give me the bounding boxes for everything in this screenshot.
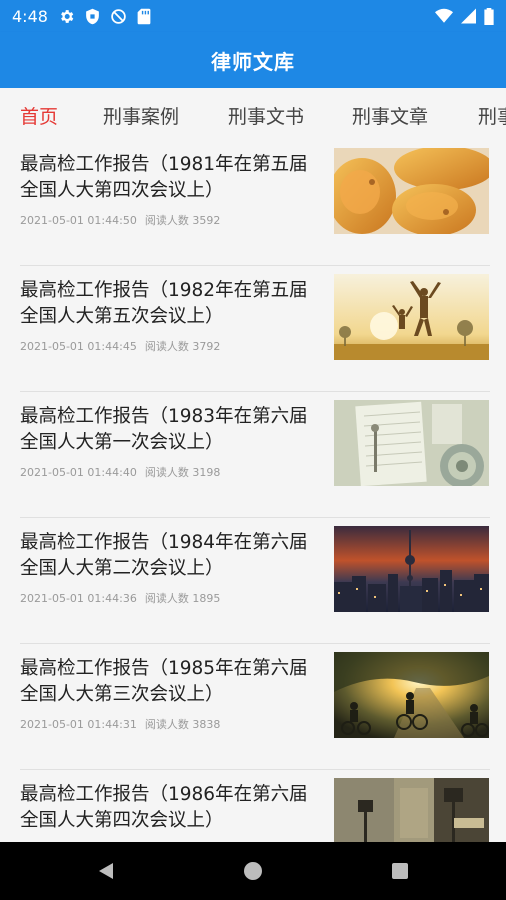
- no-sync-icon: [110, 8, 127, 25]
- tab-criminal-articles[interactable]: 刑事文章: [352, 102, 428, 129]
- article-readers: 阅读人数 3198: [144, 466, 221, 479]
- article-date: 2021-05-01 01:44:45: [20, 340, 137, 353]
- status-bar: 4:48: [0, 0, 506, 32]
- article-readers: 阅读人数 3792: [144, 340, 221, 353]
- cell-signal-icon: [461, 8, 476, 24]
- article-item[interactable]: 最高检工作报告（1981年在第五届全国人大第四次会议上） 2021-05-01 …: [0, 140, 506, 266]
- article-title: 最高检工作报告（1985年在第六届全国人大第三次会议上）: [20, 658, 308, 705]
- article-title: 最高检工作报告（1982年在第五届全国人大第五次会议上）: [20, 280, 308, 327]
- tab-home[interactable]: 首页: [20, 102, 58, 129]
- status-time: 4:48: [12, 6, 48, 26]
- article-title: 最高检工作报告（1981年在第五届全国人大第四次会议上）: [20, 154, 308, 201]
- article-item[interactable]: 最高检工作报告（1985年在第六届全国人大第三次会议上） 2021-05-01 …: [0, 644, 506, 770]
- article-item[interactable]: 最高检工作报告（1982年在第五届全国人大第五次会议上） 2021-05-01 …: [0, 266, 506, 392]
- article-item[interactable]: 最高检工作报告（1983年在第六届全国人大第一次会议上） 2021-05-01 …: [0, 392, 506, 518]
- article-date: 2021-05-01 01:44:40: [20, 466, 137, 479]
- sd-card-icon: [137, 8, 151, 25]
- article-date: 2021-05-01 01:44:36: [20, 592, 137, 605]
- article-meta: 2021-05-01 01:44:31 阅读人数 3838: [20, 716, 220, 732]
- article-readers: 阅读人数 3592: [144, 214, 221, 227]
- app-title: 律师文库: [211, 49, 295, 74]
- tab-criminal-cases[interactable]: 刑事案例: [103, 102, 179, 129]
- gear-icon: [58, 8, 75, 25]
- navigation-bar: [0, 842, 506, 900]
- article-meta: 2021-05-01 01:44:50 阅读人数 3592: [20, 212, 220, 228]
- wifi-icon: [435, 8, 453, 24]
- pastry-thumbnail: [334, 148, 489, 234]
- cyclists-thumbnail: [334, 652, 489, 738]
- city-skyline-thumbnail: [334, 526, 489, 612]
- jumping-people-thumbnail: [334, 274, 489, 360]
- article-list: 最高检工作报告（1981年在第五届全国人大第四次会议上） 2021-05-01 …: [0, 140, 506, 842]
- app-bar: 律师文库: [0, 32, 506, 88]
- article-readers: 阅读人数 3838: [144, 718, 221, 731]
- article-item[interactable]: 最高检工作报告（1984年在第六届全国人大第二次会议上） 2021-05-01 …: [0, 518, 506, 644]
- desk-notebook-thumbnail: [334, 400, 489, 486]
- article-meta: 2021-05-01 01:44:40 阅读人数 3198: [20, 464, 220, 480]
- article-readers: 阅读人数 1895: [144, 592, 221, 605]
- article-title: 最高检工作报告（1984年在第六届全国人大第二次会议上）: [20, 532, 308, 579]
- article-date: 2021-05-01 01:44:31: [20, 718, 137, 731]
- article-item[interactable]: 最高检工作报告（1986年在第六届全国人大第四次会议上）: [0, 770, 506, 842]
- street-lamps-thumbnail: [334, 778, 489, 842]
- battery-icon: [484, 7, 494, 25]
- category-tabs: 首页 刑事案例 刑事文书 刑事文章 刑事: [0, 88, 506, 140]
- article-meta: 2021-05-01 01:44:45 阅读人数 3792: [20, 338, 220, 354]
- article-date: 2021-05-01 01:44:50: [20, 214, 137, 227]
- tab-criminal-documents[interactable]: 刑事文书: [228, 102, 304, 129]
- article-meta: 2021-05-01 01:44:36 阅读人数 1895: [20, 590, 220, 606]
- recent-apps-icon[interactable]: [390, 861, 410, 885]
- tab-criminal-more[interactable]: 刑事: [478, 102, 506, 129]
- article-title: 最高检工作报告（1986年在第六届全国人大第四次会议上）: [20, 784, 308, 831]
- article-title: 最高检工作报告（1983年在第六届全国人大第一次会议上）: [20, 406, 308, 453]
- back-icon[interactable]: [96, 861, 116, 885]
- shield-icon: [85, 8, 100, 25]
- home-icon[interactable]: [243, 861, 263, 885]
